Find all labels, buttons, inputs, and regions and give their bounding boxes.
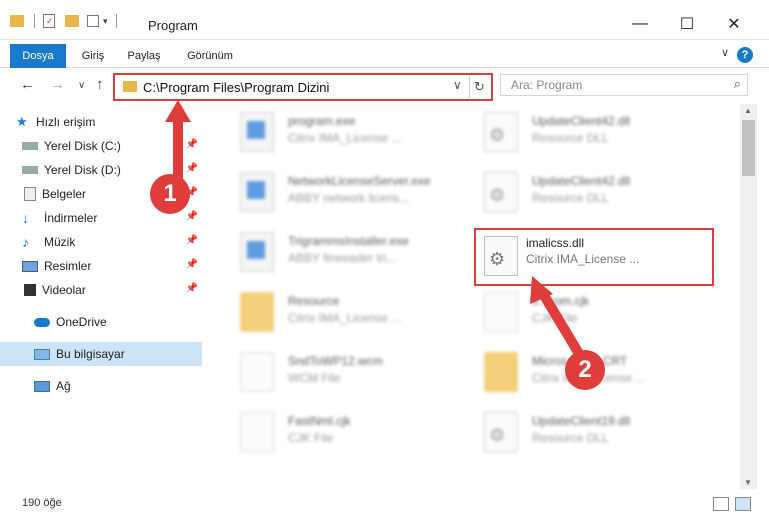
callout-badge-1: 1: [150, 174, 190, 214]
arrowhead-1: [165, 100, 191, 122]
annotation-arrows: [165, 100, 589, 367]
callout-badge-2: 2: [565, 350, 605, 390]
